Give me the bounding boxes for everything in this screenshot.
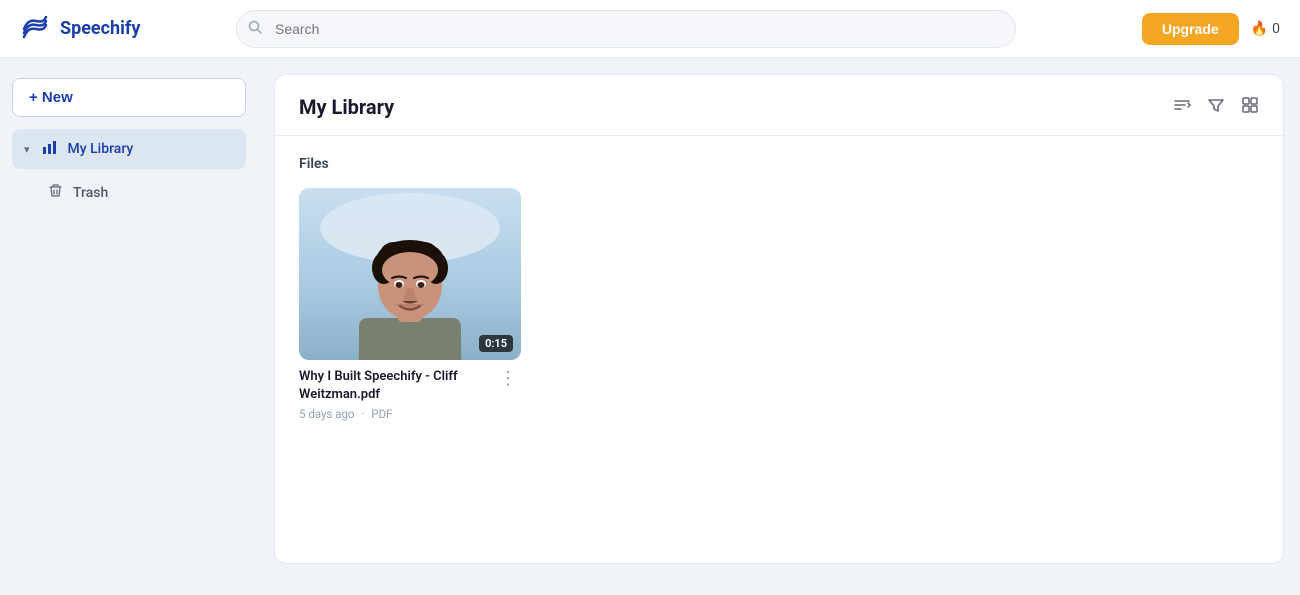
sidebar-item-my-library[interactable]: ▾ My Library bbox=[12, 129, 246, 169]
files-label: Files bbox=[299, 156, 1259, 172]
sidebar-label-my-library: My Library bbox=[68, 141, 134, 157]
files-grid: 0:15 Why I Built Speechify - Cliff Weitz… bbox=[299, 188, 1259, 421]
layout: + New ▾ My Library Trash bbox=[0, 58, 1300, 595]
file-info: Why I Built Speechify - Cliff Weitzman.p… bbox=[299, 360, 521, 421]
fire-badge: 🔥 0 bbox=[1251, 21, 1280, 37]
duration-badge: 0:15 bbox=[479, 335, 513, 352]
file-thumbnail: 0:15 bbox=[299, 188, 521, 360]
file-type: PDF bbox=[371, 407, 392, 421]
main-content: My Library bbox=[258, 58, 1300, 595]
content-header: My Library bbox=[275, 75, 1283, 136]
content-card: My Library bbox=[274, 74, 1284, 564]
file-meta: Why I Built Speechify - Cliff Weitzman.p… bbox=[299, 368, 495, 421]
files-section: Files bbox=[275, 136, 1283, 441]
sidebar-item-trash[interactable]: Trash bbox=[12, 173, 246, 212]
file-sub: 5 days ago · PDF bbox=[299, 407, 495, 421]
search-icon bbox=[248, 20, 262, 38]
separator: · bbox=[361, 407, 364, 421]
new-button[interactable]: + New bbox=[12, 78, 246, 117]
file-card[interactable]: 0:15 Why I Built Speechify - Cliff Weitz… bbox=[299, 188, 521, 421]
nav-right: Upgrade 🔥 0 bbox=[1142, 13, 1280, 45]
sidebar-label-trash: Trash bbox=[73, 185, 108, 201]
search-bar bbox=[236, 10, 1016, 48]
search-input[interactable] bbox=[236, 10, 1016, 48]
sidebar: + New ▾ My Library Trash bbox=[0, 58, 258, 595]
logo-area: Speechify bbox=[20, 13, 220, 45]
file-name: Why I Built Speechify - Cliff Weitzman.p… bbox=[299, 368, 495, 404]
fire-count: 0 bbox=[1272, 21, 1280, 37]
sort-icon[interactable] bbox=[1173, 96, 1191, 119]
page-title: My Library bbox=[299, 95, 394, 119]
upgrade-button[interactable]: Upgrade bbox=[1142, 13, 1239, 45]
app-name: Speechify bbox=[60, 18, 140, 39]
speechify-logo-icon bbox=[20, 13, 52, 45]
file-age: 5 days ago bbox=[299, 407, 354, 421]
header-actions bbox=[1173, 96, 1259, 119]
grid-view-icon[interactable] bbox=[1241, 96, 1259, 119]
file-more-menu[interactable]: ⋮ bbox=[495, 368, 521, 390]
fire-icon: 🔥 bbox=[1251, 21, 1268, 37]
topnav: Speechify Upgrade 🔥 0 bbox=[0, 0, 1300, 58]
trash-icon bbox=[48, 183, 63, 202]
filter-icon[interactable] bbox=[1207, 96, 1225, 119]
chevron-down-icon: ▾ bbox=[24, 143, 30, 156]
chart-bar-icon bbox=[42, 139, 58, 159]
